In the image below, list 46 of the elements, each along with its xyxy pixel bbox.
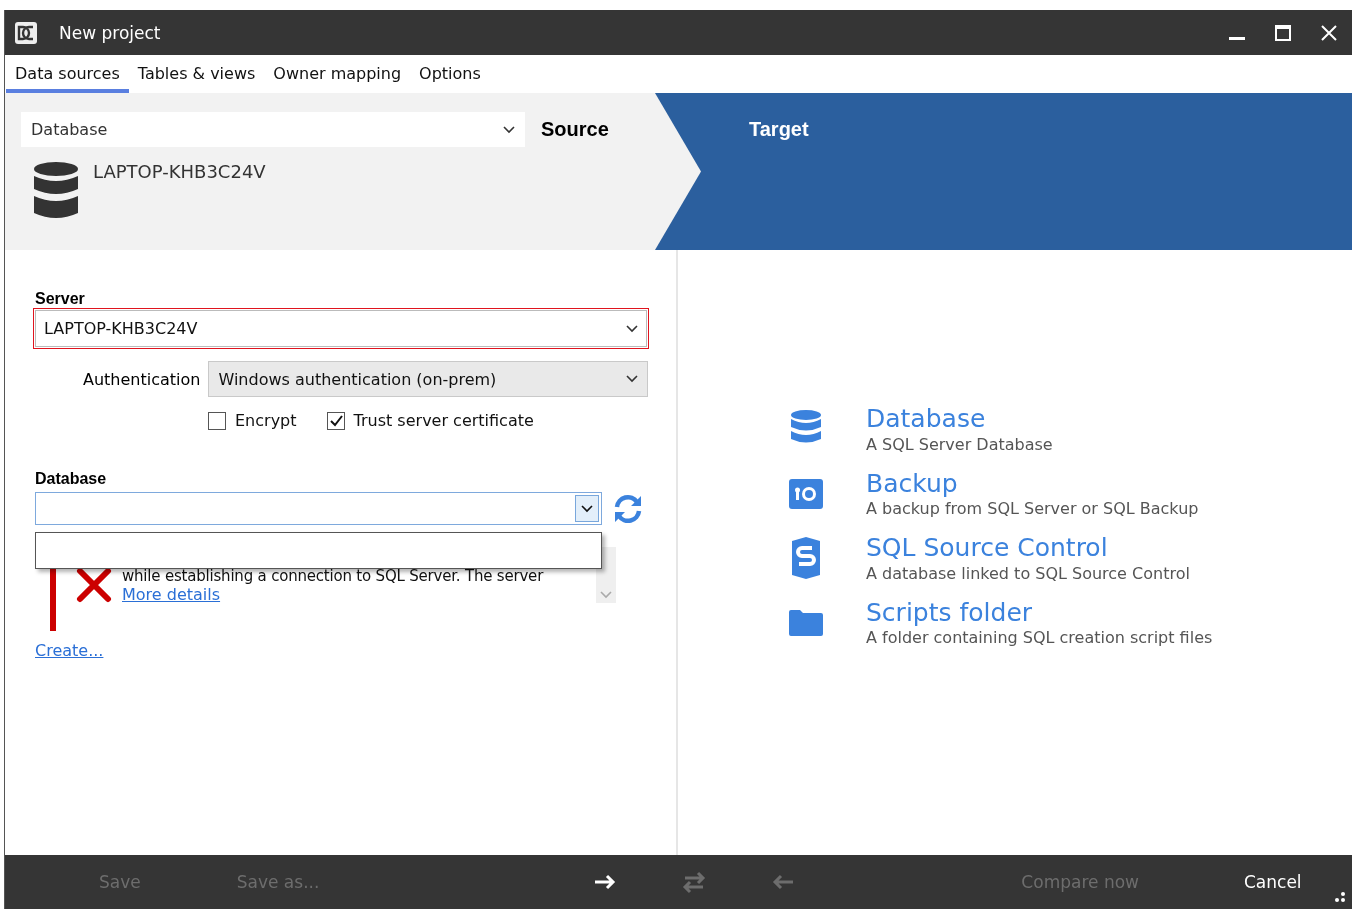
resize-grip-icon [1334, 891, 1346, 903]
footer-button[interactable]: Cancel [1243, 872, 1302, 892]
camera-icon [788, 477, 824, 510]
option-title[interactable]: Scripts folder [866, 598, 1213, 626]
chevron-down-icon [503, 125, 515, 134]
option-title[interactable]: Backup [866, 469, 1199, 497]
folder-icon [789, 609, 823, 636]
chevron-down-icon [600, 591, 612, 599]
create-link[interactable]: Create... [35, 641, 676, 660]
app-logo-icon [15, 21, 37, 44]
target-heading: Target [749, 118, 809, 140]
field-label: Database [35, 470, 108, 488]
chevron-down-icon [626, 324, 638, 333]
chevron-down-icon [626, 375, 639, 383]
authentication-dropdown[interactable]: Windows authentication (on-prem) [208, 361, 649, 397]
refresh-icon[interactable] [612, 492, 644, 525]
tab[interactable]: Options [410, 64, 490, 93]
more-details-link[interactable]: More details [122, 585, 221, 604]
checkbox[interactable]: Encrypt [208, 411, 297, 430]
database-icon [33, 161, 79, 221]
check-icon [328, 413, 343, 428]
option-description: A folder containing SQL creation script files [866, 628, 1213, 647]
option-description: A backup from SQL Server or SQL Backup [866, 499, 1199, 518]
tab[interactable]: Tables & views [128, 64, 265, 93]
checkbox[interactable]: Trust server certificate [326, 411, 534, 430]
error-icon [76, 567, 112, 603]
option-title[interactable]: SQL Source Control [866, 534, 1190, 562]
shield-s-icon [790, 537, 822, 580]
option-description: A database linked to SQL Source Control [866, 563, 1190, 583]
chevron-down-icon [581, 504, 593, 513]
source-type-dropdown[interactable]: Database [21, 112, 525, 147]
option-description: A SQL Server Database [866, 434, 1053, 454]
swap-arrows-icon [682, 870, 707, 894]
source-server-name: LAPTOP-KHB3C24V [93, 161, 266, 184]
maximize-icon [1275, 24, 1291, 41]
tab[interactable]: Owner mapping [264, 64, 411, 93]
error-message: while establishing a connection to SQL Server. The server [122, 567, 545, 585]
field-label: Server [35, 290, 86, 308]
option-title[interactable]: Database [866, 405, 1053, 433]
source-heading: Source [541, 118, 609, 141]
dropdown-button[interactable] [575, 495, 599, 522]
close-icon [1321, 24, 1337, 41]
window-title: New project [59, 22, 162, 43]
field-label: Authentication [83, 369, 201, 389]
minimize-icon [1229, 37, 1245, 40]
server-dropdown[interactable]: LAPTOP-KHB3C24V [35, 310, 647, 347]
